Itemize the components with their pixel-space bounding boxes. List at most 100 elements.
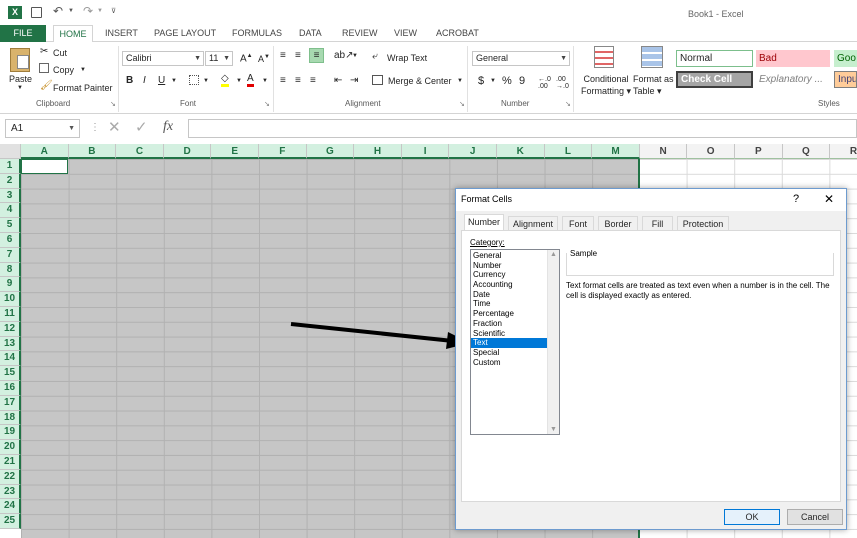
row-header[interactable]: 16 bbox=[0, 381, 21, 396]
wrap-text-button[interactable]: Wrap Text bbox=[387, 53, 427, 63]
row-header[interactable]: 6 bbox=[0, 233, 21, 248]
column-header[interactable]: M bbox=[592, 144, 640, 159]
copy-button[interactable]: Copy bbox=[53, 65, 74, 75]
row-header[interactable]: 1 bbox=[0, 159, 21, 174]
align-middle-icon[interactable]: ≡ bbox=[295, 50, 301, 61]
column-header[interactable]: P bbox=[735, 144, 783, 159]
category-item[interactable]: Text bbox=[471, 338, 547, 348]
row-header[interactable]: 7 bbox=[0, 247, 21, 263]
align-left-icon[interactable]: ≡ bbox=[280, 75, 286, 86]
style-explanatory[interactable]: Explanatory ... bbox=[756, 71, 830, 88]
dialog-tab-fill[interactable]: Fill bbox=[642, 216, 673, 231]
format-painter-button[interactable]: Format Painter bbox=[53, 83, 113, 93]
cancel-formula-icon[interactable]: ✕ bbox=[108, 118, 121, 136]
redo-dropdown-icon[interactable]: ▼ bbox=[97, 8, 103, 14]
close-button[interactable]: ✕ bbox=[824, 192, 834, 206]
column-header[interactable]: Q bbox=[782, 144, 831, 159]
merge-dropdown-icon[interactable]: ▼ bbox=[457, 78, 463, 84]
undo-icon[interactable]: ↶ bbox=[53, 4, 63, 18]
row-header[interactable]: 3 bbox=[0, 188, 21, 204]
style-input[interactable]: Inpu bbox=[834, 71, 857, 88]
font-size-select[interactable]: 11 ▼ bbox=[205, 51, 233, 66]
row-header[interactable]: 8 bbox=[0, 262, 21, 278]
conditional-formatting-button[interactable]: Conditional Formatting ▾ bbox=[581, 73, 631, 97]
tab-file[interactable]: FILE bbox=[0, 25, 46, 42]
column-header[interactable]: C bbox=[116, 144, 164, 159]
dialog-tab-number[interactable]: Number bbox=[464, 214, 504, 231]
comma-button[interactable]: 9 bbox=[519, 75, 525, 87]
format-as-table-button[interactable]: Format as Table ▾ bbox=[633, 73, 674, 97]
column-header[interactable]: H bbox=[354, 144, 402, 159]
paste-button[interactable]: Paste bbox=[9, 74, 32, 84]
dialog-tab-border[interactable]: Border bbox=[598, 216, 638, 231]
tab-data[interactable]: DATA bbox=[299, 25, 322, 42]
borders-dropdown-icon[interactable]: ▼ bbox=[203, 78, 209, 84]
row-header[interactable]: 13 bbox=[0, 336, 21, 352]
active-cell[interactable] bbox=[21, 159, 68, 174]
row-header[interactable]: 20 bbox=[0, 440, 21, 455]
column-header[interactable]: N bbox=[639, 144, 688, 159]
row-header[interactable]: 10 bbox=[0, 292, 21, 307]
column-header[interactable]: K bbox=[497, 144, 545, 159]
category-item[interactable]: Accounting bbox=[471, 280, 547, 290]
row-header[interactable]: 17 bbox=[0, 395, 21, 411]
row-header[interactable]: 5 bbox=[0, 218, 21, 233]
paste-dropdown-icon[interactable]: ▼ bbox=[17, 85, 23, 91]
redo-icon[interactable]: ↷ bbox=[83, 4, 93, 18]
column-header[interactable]: R bbox=[830, 144, 857, 159]
row-header[interactable]: 15 bbox=[0, 366, 21, 381]
cut-button[interactable]: Cut bbox=[53, 48, 67, 58]
tab-review[interactable]: REVIEW bbox=[342, 25, 378, 42]
row-header[interactable]: 4 bbox=[0, 203, 21, 219]
column-header[interactable]: A bbox=[21, 144, 69, 159]
font-name-select[interactable]: Calibri ▼ bbox=[122, 51, 204, 66]
clipboard-launcher-icon[interactable]: ↘ bbox=[110, 100, 116, 108]
row-header[interactable]: 23 bbox=[0, 484, 21, 500]
help-button[interactable]: ? bbox=[793, 193, 799, 205]
formula-input[interactable] bbox=[188, 119, 857, 138]
tab-acrobat[interactable]: ACROBAT bbox=[436, 25, 479, 42]
column-header[interactable]: B bbox=[68, 144, 117, 159]
style-check-cell[interactable]: Check Cell bbox=[676, 71, 753, 88]
row-header[interactable]: 11 bbox=[0, 307, 21, 322]
enter-formula-icon[interactable]: ✓ bbox=[135, 118, 148, 136]
orientation-icon[interactable]: ab↗ bbox=[334, 50, 354, 61]
tab-home[interactable]: HOME bbox=[53, 25, 93, 43]
row-header[interactable]: 9 bbox=[0, 277, 21, 293]
category-item[interactable]: Percentage bbox=[471, 309, 547, 319]
column-header[interactable]: I bbox=[401, 144, 450, 159]
number-format-select[interactable]: General ▼ bbox=[472, 51, 570, 66]
scroll-down-icon[interactable]: ▼ bbox=[550, 426, 557, 433]
category-item[interactable]: Number bbox=[471, 261, 547, 271]
align-right-icon[interactable]: ≡ bbox=[310, 75, 316, 86]
list-scrollbar[interactable]: ▲ ▼ bbox=[547, 250, 559, 434]
category-item[interactable]: General bbox=[471, 251, 547, 261]
column-header[interactable]: O bbox=[687, 144, 735, 159]
column-header[interactable]: D bbox=[163, 144, 212, 159]
column-header[interactable]: J bbox=[449, 144, 497, 159]
row-header[interactable]: 24 bbox=[0, 499, 21, 515]
increase-indent-icon[interactable]: ⇥ bbox=[350, 75, 358, 86]
category-list[interactable]: General Number Currency Accounting Date Time P… bbox=[470, 249, 560, 435]
alignment-launcher-icon[interactable]: ↘ bbox=[459, 100, 465, 108]
column-header[interactable]: F bbox=[259, 144, 307, 159]
dialog-tab-alignment[interactable]: Alignment bbox=[508, 216, 558, 231]
orientation-dropdown-icon[interactable]: ▼ bbox=[352, 53, 358, 59]
category-item[interactable]: Scientific bbox=[471, 329, 547, 339]
row-header[interactable]: 25 bbox=[0, 514, 21, 529]
decrease-indent-icon[interactable]: ⇤ bbox=[334, 75, 342, 86]
shrink-font-icon[interactable]: A▼ bbox=[258, 54, 270, 64]
bold-icon[interactable]: B bbox=[126, 75, 133, 86]
borders-icon[interactable] bbox=[189, 75, 199, 85]
name-box[interactable]: A1 ▼ bbox=[5, 119, 80, 138]
tab-view[interactable]: VIEW bbox=[394, 25, 417, 42]
row-header[interactable]: 19 bbox=[0, 425, 21, 441]
style-good[interactable]: Goo bbox=[834, 50, 857, 67]
tab-formulas[interactable]: FORMULAS bbox=[232, 25, 282, 42]
copy-dropdown-icon[interactable]: ▼ bbox=[80, 67, 86, 73]
row-header[interactable]: 12 bbox=[0, 321, 21, 337]
underline-dropdown-icon[interactable]: ▼ bbox=[171, 78, 177, 84]
align-center-icon[interactable]: ≡ bbox=[295, 75, 301, 86]
row-header[interactable]: 21 bbox=[0, 455, 21, 470]
merge-center-button[interactable]: Merge & Center bbox=[388, 76, 452, 86]
